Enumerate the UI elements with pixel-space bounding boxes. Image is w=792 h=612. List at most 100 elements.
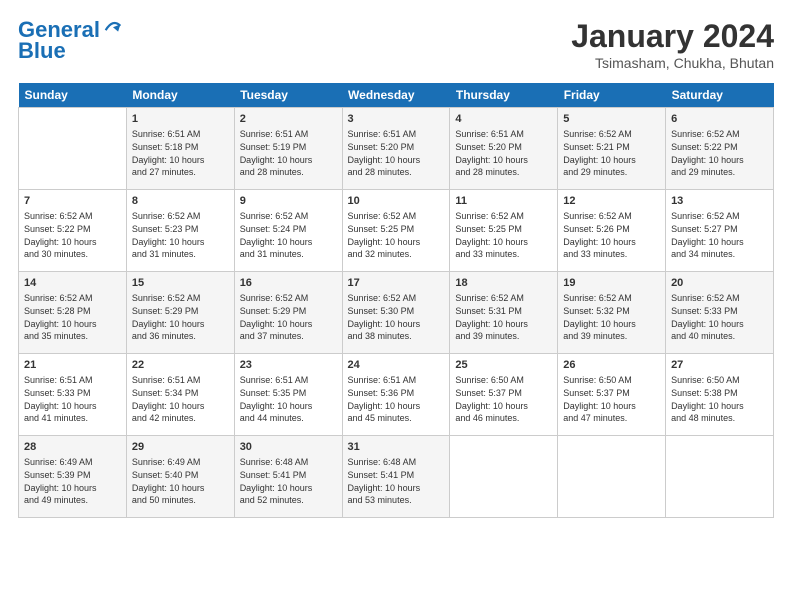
- day-info: and 42 minutes.: [132, 412, 229, 425]
- day-info: and 28 minutes.: [348, 166, 445, 179]
- day-info: Sunset: 5:20 PM: [455, 141, 552, 154]
- col-sunday: Sunday: [19, 83, 127, 108]
- calendar-cell: [558, 436, 666, 518]
- day-info: Daylight: 10 hours: [563, 400, 660, 413]
- day-info: Daylight: 10 hours: [240, 236, 337, 249]
- day-info: and 50 minutes.: [132, 494, 229, 507]
- col-tuesday: Tuesday: [234, 83, 342, 108]
- day-info: Daylight: 10 hours: [132, 318, 229, 331]
- calendar-cell: 14Sunrise: 6:52 AMSunset: 5:28 PMDayligh…: [19, 272, 127, 354]
- calendar-cell: [450, 436, 558, 518]
- day-info: and 47 minutes.: [563, 412, 660, 425]
- day-info: Sunset: 5:30 PM: [348, 305, 445, 318]
- day-info: Sunset: 5:37 PM: [563, 387, 660, 400]
- day-info: Sunset: 5:29 PM: [240, 305, 337, 318]
- day-number: 4: [455, 112, 552, 127]
- day-info: Sunset: 5:23 PM: [132, 223, 229, 236]
- day-number: 19: [563, 276, 660, 291]
- calendar-cell: 29Sunrise: 6:49 AMSunset: 5:40 PMDayligh…: [126, 436, 234, 518]
- day-info: Sunset: 5:41 PM: [240, 469, 337, 482]
- day-info: and 38 minutes.: [348, 330, 445, 343]
- day-info: Sunset: 5:21 PM: [563, 141, 660, 154]
- calendar-cell: 13Sunrise: 6:52 AMSunset: 5:27 PMDayligh…: [666, 190, 774, 272]
- day-info: Sunrise: 6:52 AM: [563, 210, 660, 223]
- calendar-cell: 26Sunrise: 6:50 AMSunset: 5:37 PMDayligh…: [558, 354, 666, 436]
- calendar-cell: 15Sunrise: 6:52 AMSunset: 5:29 PMDayligh…: [126, 272, 234, 354]
- day-info: Sunrise: 6:51 AM: [132, 128, 229, 141]
- day-info: Daylight: 10 hours: [240, 400, 337, 413]
- day-info: Daylight: 10 hours: [132, 482, 229, 495]
- day-info: Sunset: 5:29 PM: [132, 305, 229, 318]
- col-thursday: Thursday: [450, 83, 558, 108]
- day-info: Sunrise: 6:52 AM: [563, 292, 660, 305]
- day-info: Sunset: 5:27 PM: [671, 223, 768, 236]
- day-info: Daylight: 10 hours: [563, 318, 660, 331]
- day-info: Sunset: 5:32 PM: [563, 305, 660, 318]
- day-info: Sunrise: 6:50 AM: [455, 374, 552, 387]
- day-info: and 29 minutes.: [671, 166, 768, 179]
- day-info: and 41 minutes.: [24, 412, 121, 425]
- day-info: Daylight: 10 hours: [348, 236, 445, 249]
- day-info: Sunset: 5:25 PM: [348, 223, 445, 236]
- day-number: 6: [671, 112, 768, 127]
- logo: General Blue: [18, 18, 124, 64]
- day-info: and 52 minutes.: [240, 494, 337, 507]
- day-number: 29: [132, 440, 229, 455]
- calendar-cell: 21Sunrise: 6:51 AMSunset: 5:33 PMDayligh…: [19, 354, 127, 436]
- day-info: and 39 minutes.: [563, 330, 660, 343]
- day-info: Daylight: 10 hours: [240, 154, 337, 167]
- calendar-cell: 19Sunrise: 6:52 AMSunset: 5:32 PMDayligh…: [558, 272, 666, 354]
- day-info: Sunset: 5:39 PM: [24, 469, 121, 482]
- day-info: Sunset: 5:25 PM: [455, 223, 552, 236]
- calendar-cell: 1Sunrise: 6:51 AMSunset: 5:18 PMDaylight…: [126, 108, 234, 190]
- day-number: 1: [132, 112, 229, 127]
- day-info: Daylight: 10 hours: [671, 154, 768, 167]
- day-info: Sunrise: 6:52 AM: [240, 292, 337, 305]
- day-info: Sunrise: 6:48 AM: [240, 456, 337, 469]
- day-info: Daylight: 10 hours: [455, 154, 552, 167]
- day-number: 31: [348, 440, 445, 455]
- calendar-cell: 6Sunrise: 6:52 AMSunset: 5:22 PMDaylight…: [666, 108, 774, 190]
- day-info: Sunrise: 6:51 AM: [240, 374, 337, 387]
- day-info: Sunrise: 6:50 AM: [563, 374, 660, 387]
- day-info: Sunrise: 6:51 AM: [24, 374, 121, 387]
- day-number: 10: [348, 194, 445, 209]
- day-info: Sunrise: 6:48 AM: [348, 456, 445, 469]
- day-info: and 27 minutes.: [132, 166, 229, 179]
- col-monday: Monday: [126, 83, 234, 108]
- calendar-week-row: 1Sunrise: 6:51 AMSunset: 5:18 PMDaylight…: [19, 108, 774, 190]
- day-info: Sunset: 5:22 PM: [24, 223, 121, 236]
- day-info: Sunset: 5:41 PM: [348, 469, 445, 482]
- day-number: 8: [132, 194, 229, 209]
- calendar-cell: [19, 108, 127, 190]
- day-info: and 31 minutes.: [132, 248, 229, 261]
- day-info: and 44 minutes.: [240, 412, 337, 425]
- day-number: 16: [240, 276, 337, 291]
- calendar-cell: 24Sunrise: 6:51 AMSunset: 5:36 PMDayligh…: [342, 354, 450, 436]
- calendar-cell: 4Sunrise: 6:51 AMSunset: 5:20 PMDaylight…: [450, 108, 558, 190]
- day-info: and 32 minutes.: [348, 248, 445, 261]
- day-info: Sunrise: 6:51 AM: [348, 128, 445, 141]
- day-number: 30: [240, 440, 337, 455]
- day-info: Sunset: 5:22 PM: [671, 141, 768, 154]
- day-info: Sunrise: 6:52 AM: [671, 210, 768, 223]
- day-info: Sunrise: 6:52 AM: [348, 210, 445, 223]
- day-number: 17: [348, 276, 445, 291]
- day-info: Daylight: 10 hours: [240, 318, 337, 331]
- day-info: and 34 minutes.: [671, 248, 768, 261]
- calendar-cell: [666, 436, 774, 518]
- calendar-cell: 27Sunrise: 6:50 AMSunset: 5:38 PMDayligh…: [666, 354, 774, 436]
- day-info: Daylight: 10 hours: [24, 318, 121, 331]
- day-number: 5: [563, 112, 660, 127]
- calendar-cell: 3Sunrise: 6:51 AMSunset: 5:20 PMDaylight…: [342, 108, 450, 190]
- day-number: 3: [348, 112, 445, 127]
- logo-icon: [102, 17, 124, 39]
- day-info: Sunrise: 6:51 AM: [348, 374, 445, 387]
- day-info: Sunset: 5:35 PM: [240, 387, 337, 400]
- day-number: 13: [671, 194, 768, 209]
- day-info: Sunset: 5:38 PM: [671, 387, 768, 400]
- calendar-week-row: 14Sunrise: 6:52 AMSunset: 5:28 PMDayligh…: [19, 272, 774, 354]
- day-info: Sunrise: 6:52 AM: [563, 128, 660, 141]
- day-info: Sunset: 5:19 PM: [240, 141, 337, 154]
- day-number: 18: [455, 276, 552, 291]
